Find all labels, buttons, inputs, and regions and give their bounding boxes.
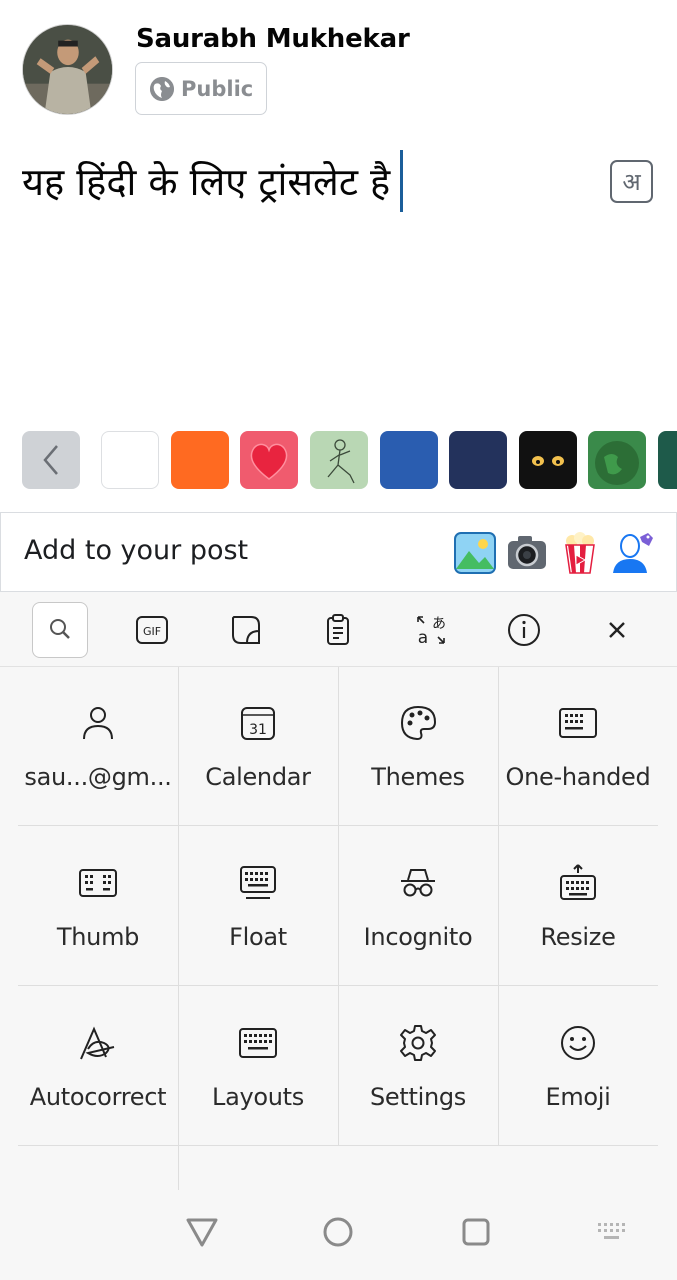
gear-icon xyxy=(398,1023,438,1063)
background-swatches xyxy=(22,431,677,491)
palette-icon xyxy=(398,703,438,743)
option-label: Calendar xyxy=(205,763,311,791)
option-one-handed[interactable]: One-handed xyxy=(498,667,658,827)
author-name: Saurabh Mukhekar xyxy=(136,24,410,54)
option-label: sau...@gm... xyxy=(24,763,172,791)
add-to-post-bar[interactable]: Add to your post xyxy=(0,512,677,592)
author-avatar[interactable] xyxy=(22,24,113,115)
privacy-label: Public xyxy=(181,76,254,101)
keyboard-panel: GIF a あ sau...@gm... 31 Calendar Themes … xyxy=(0,592,677,1280)
resize-keyboard-icon xyxy=(558,863,598,903)
keyboard-switch-icon[interactable] xyxy=(592,1212,632,1252)
gif-icon[interactable]: GIF xyxy=(124,602,180,658)
swatch-sketch[interactable] xyxy=(310,431,368,489)
close-icon[interactable] xyxy=(589,602,645,658)
swatch-orange[interactable] xyxy=(171,431,229,489)
option-label: Float xyxy=(229,923,287,951)
translate-icon[interactable]: a あ xyxy=(403,602,459,658)
option-emoji[interactable]: Emoji xyxy=(498,987,658,1147)
option-label: Thumb xyxy=(56,923,140,951)
home-icon[interactable] xyxy=(318,1212,358,1252)
swatch-eyes[interactable] xyxy=(519,431,577,489)
option-float[interactable]: Float xyxy=(178,827,338,987)
post-text: यह हिंदी के लिए ट्रांसलेट है xyxy=(22,160,391,204)
swatch-navy[interactable] xyxy=(449,431,507,489)
option-label: Layouts xyxy=(212,1083,304,1111)
photo-icon[interactable] xyxy=(453,531,497,575)
svg-text:あ: あ xyxy=(432,616,446,632)
post-text-input[interactable]: यह हिंदी के लिए ट्रांसलेट है xyxy=(22,150,404,212)
search-icon[interactable] xyxy=(32,602,88,658)
option-label: Emoji xyxy=(545,1083,611,1111)
option-label: Themes xyxy=(371,763,465,791)
chevron-left-icon xyxy=(43,445,58,475)
incognito-icon xyxy=(398,863,438,903)
option-layouts[interactable]: Layouts xyxy=(178,987,338,1147)
option-thumb[interactable]: Thumb xyxy=(18,827,178,987)
option-autocorrect[interactable]: Autocorrect xyxy=(18,987,178,1147)
split-keyboard-icon xyxy=(78,863,118,903)
tag-people-icon[interactable] xyxy=(610,531,654,575)
option-label: Resize xyxy=(540,923,616,951)
text-caret xyxy=(400,150,404,212)
option-label: Incognito xyxy=(363,923,473,951)
keyboard-toolbar: GIF a あ xyxy=(0,592,677,667)
swatch-blue[interactable] xyxy=(380,431,438,489)
privacy-selector[interactable]: Public xyxy=(135,62,267,115)
smiley-icon xyxy=(558,1023,598,1063)
option-resize[interactable]: Resize xyxy=(498,827,658,987)
popcorn-icon[interactable] xyxy=(558,531,602,575)
recents-icon[interactable] xyxy=(456,1212,496,1252)
layout-keyboard-icon xyxy=(238,1023,278,1063)
clipboard-icon[interactable] xyxy=(310,602,366,658)
person-icon xyxy=(78,703,118,743)
swatch-heart[interactable] xyxy=(240,431,298,489)
option-label: Autocorrect xyxy=(29,1083,167,1111)
option-calendar[interactable]: 31 Calendar xyxy=(178,667,338,827)
option-label: One-handed xyxy=(505,763,651,791)
option-label: Settings xyxy=(369,1083,467,1111)
gif-label: GIF xyxy=(143,625,161,638)
globe-pattern-icon xyxy=(595,441,639,485)
globe-icon xyxy=(150,76,174,101)
add-to-post-label: Add to your post xyxy=(24,535,249,566)
back-icon[interactable] xyxy=(182,1212,222,1252)
swatch-teal[interactable] xyxy=(658,431,677,489)
svg-text:a: a xyxy=(418,628,428,647)
swatch-white[interactable] xyxy=(101,431,159,489)
option-account[interactable]: sau...@gm... xyxy=(18,667,178,827)
swatch-collapse-button[interactable] xyxy=(22,431,80,489)
autocorrect-icon xyxy=(78,1023,118,1063)
option-incognito[interactable]: Incognito xyxy=(338,827,498,987)
eyes-icon xyxy=(532,456,564,466)
sketch-figure-icon xyxy=(327,439,355,484)
transliterate-button[interactable]: अ xyxy=(610,160,653,203)
option-settings[interactable]: Settings xyxy=(338,987,498,1147)
calendar-icon: 31 xyxy=(238,703,278,743)
option-themes[interactable]: Themes xyxy=(338,667,498,827)
float-keyboard-icon xyxy=(238,863,278,903)
info-icon[interactable] xyxy=(496,602,552,658)
transliterate-glyph: अ xyxy=(622,168,641,196)
swatch-globe[interactable] xyxy=(588,431,646,489)
calendar-day: 31 xyxy=(249,722,267,738)
system-nav-bar xyxy=(0,1190,677,1280)
heart-icon xyxy=(250,443,288,480)
camera-icon[interactable] xyxy=(505,531,549,575)
sticker-icon[interactable] xyxy=(218,602,274,658)
keyboard-icon xyxy=(558,703,598,743)
